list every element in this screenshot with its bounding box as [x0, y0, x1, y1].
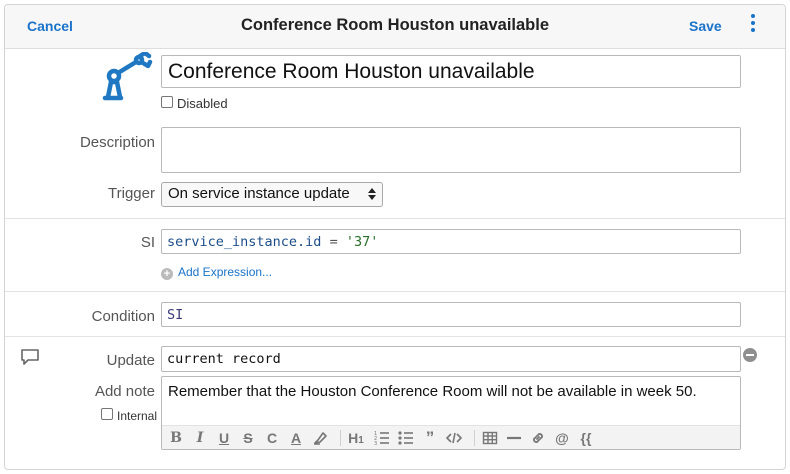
highlighter-icon[interactable]: [312, 429, 328, 447]
heading-button[interactable]: H1: [348, 429, 364, 447]
add-expression-link[interactable]: + Add Expression...: [161, 265, 272, 280]
italic-button[interactable]: I: [192, 429, 208, 447]
internal-checkbox[interactable]: [101, 408, 113, 420]
trigger-select[interactable]: On service instance update: [161, 182, 383, 207]
automation-rule-panel: Cancel Conference Room Houston unavailab…: [4, 4, 786, 470]
mention-button[interactable]: @: [554, 429, 570, 447]
note-text: Remember that the Houston Conference Roo…: [168, 383, 697, 400]
robot-arm-icon: [99, 50, 153, 104]
bullet-list-icon[interactable]: [398, 429, 414, 447]
update-field[interactable]: current record: [161, 346, 741, 372]
si-label: SI: [140, 234, 155, 251]
update-label: Update: [106, 352, 155, 369]
clear-format-button[interactable]: C: [264, 429, 280, 447]
quote-icon[interactable]: ”: [422, 429, 438, 447]
section-divider: [5, 336, 785, 337]
rule-icon[interactable]: [506, 429, 522, 447]
expression-operator: =: [329, 234, 338, 250]
note-editor[interactable]: Remember that the Houston Conference Roo…: [161, 376, 741, 450]
section-divider: [5, 218, 785, 219]
add-note-label: Add note: [94, 383, 155, 400]
select-arrows-icon: [368, 188, 376, 200]
link-icon[interactable]: [530, 429, 546, 447]
condition-field[interactable]: SI: [161, 302, 741, 327]
trigger-label: Trigger: [108, 185, 155, 202]
rich-text-toolbar: B I U S C A H1 123 ” @ {{: [162, 425, 740, 449]
text-color-button[interactable]: A: [288, 429, 304, 447]
disabled-checkbox[interactable]: [161, 96, 173, 108]
underline-button[interactable]: U: [216, 429, 232, 447]
page-title: Conference Room Houston unavailable: [240, 16, 550, 34]
svg-text:3: 3: [374, 441, 377, 446]
trigger-select-value: On service instance update: [168, 185, 350, 202]
ordered-list-icon[interactable]: 123: [374, 429, 390, 447]
header-bar: Cancel Conference Room Houston unavailab…: [5, 5, 785, 49]
toolbar-separator: [340, 430, 341, 446]
bold-button[interactable]: B: [168, 429, 184, 447]
toolbar-separator: [474, 430, 475, 446]
strikethrough-button[interactable]: S: [240, 429, 256, 447]
save-button[interactable]: Save: [689, 18, 722, 34]
plus-circle-icon: +: [161, 268, 173, 280]
expression-value: '37': [345, 234, 379, 250]
speech-bubble-icon[interactable]: [20, 348, 40, 366]
template-button[interactable]: {{: [578, 429, 594, 447]
table-icon[interactable]: [482, 429, 498, 447]
description-label: Description: [79, 134, 155, 151]
internal-label: Internal: [117, 409, 158, 423]
cancel-button[interactable]: Cancel: [27, 18, 73, 34]
code-icon[interactable]: [446, 429, 462, 447]
add-expression-label: Add Expression...: [178, 265, 273, 279]
si-expression-field[interactable]: service_instance.id = '37': [161, 229, 741, 254]
condition-label: Condition: [91, 308, 155, 325]
expression-field-name: service_instance.id: [167, 234, 322, 250]
description-field[interactable]: [161, 127, 741, 173]
disabled-label: Disabled: [177, 96, 228, 111]
vertical-ellipsis-icon[interactable]: [748, 14, 758, 36]
rule-name-input[interactable]: Conference Room Houston unavailable: [161, 55, 741, 88]
section-divider: [5, 291, 785, 292]
remove-update-icon[interactable]: [743, 348, 757, 362]
